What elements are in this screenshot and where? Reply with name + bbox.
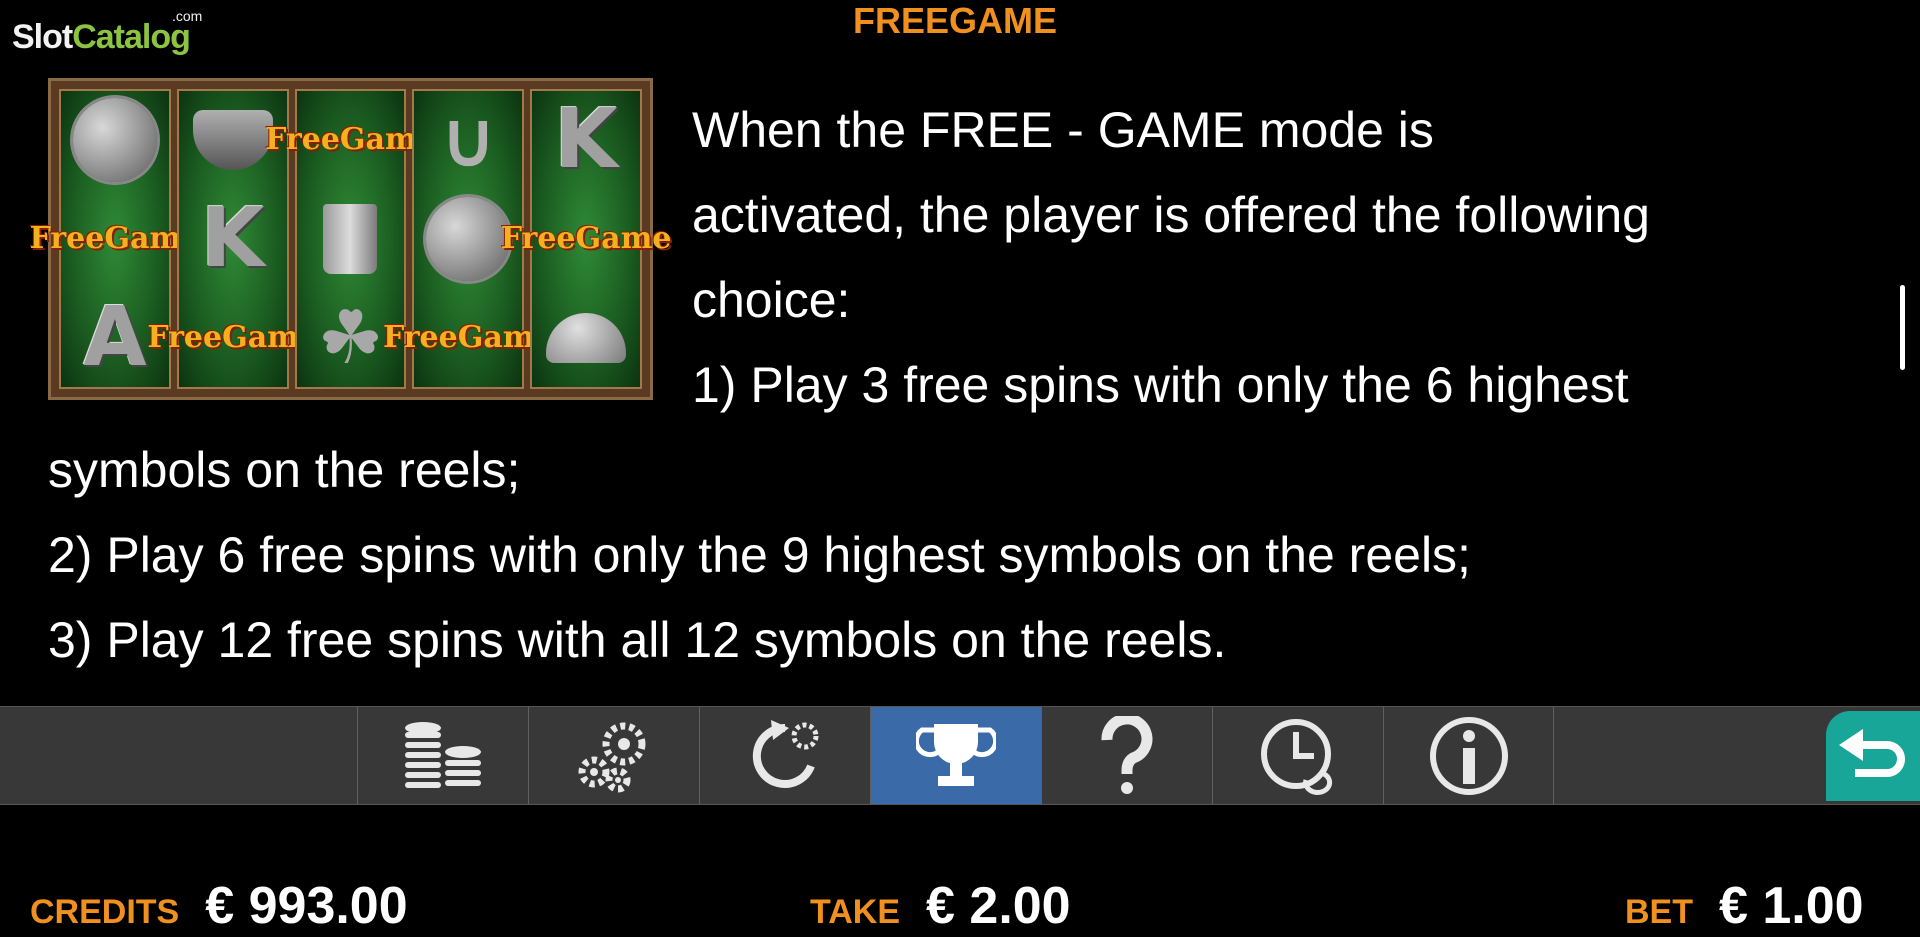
take-label: TAKE bbox=[810, 893, 901, 931]
freegame-description: When the FREE - GAME mode is activated, … bbox=[48, 88, 1888, 683]
description-line: activated, the player is offered the fol… bbox=[692, 187, 1650, 243]
bet-label: BET bbox=[1625, 893, 1693, 931]
paytable-coins-button[interactable] bbox=[357, 707, 528, 804]
trophy-button[interactable] bbox=[870, 707, 1041, 804]
credits-value: € 993.00 bbox=[205, 877, 408, 935]
description-line: When the FREE - GAME mode is bbox=[692, 102, 1434, 158]
autoplay-button[interactable] bbox=[699, 707, 870, 804]
back-arrow-icon bbox=[1839, 729, 1905, 777]
bet-display: BET € 1.00 bbox=[1625, 876, 1864, 936]
scrollbar-thumb[interactable] bbox=[1900, 285, 1905, 370]
help-button[interactable] bbox=[1041, 707, 1212, 804]
help-icon bbox=[1101, 715, 1153, 794]
back-button[interactable] bbox=[1826, 711, 1920, 801]
credits-display: CREDITS € 993.00 bbox=[30, 876, 408, 936]
bet-value: € 1.00 bbox=[1719, 877, 1864, 935]
take-value: € 2.00 bbox=[926, 877, 1071, 935]
take-display: TAKE € 2.00 bbox=[810, 876, 1071, 936]
coins-icon bbox=[405, 721, 481, 788]
history-button[interactable] bbox=[1212, 707, 1383, 804]
gears-icon bbox=[578, 722, 646, 792]
page-title: FREEGAME bbox=[852, 0, 1057, 41]
info-icon bbox=[1429, 716, 1508, 795]
description-line: choice: bbox=[692, 272, 851, 328]
description-line: 1) Play 3 free spins with only the 6 hig… bbox=[692, 357, 1629, 413]
history-icon bbox=[1261, 718, 1333, 795]
credits-label: CREDITS bbox=[30, 893, 180, 931]
description-line: 2) Play 6 free spins with only the 9 hig… bbox=[48, 527, 1471, 583]
scrollbar[interactable] bbox=[1898, 0, 1908, 706]
description-line: 3) Play 12 free spins with all 12 symbol… bbox=[48, 612, 1227, 668]
trophy-icon bbox=[916, 723, 996, 786]
description-line: symbols on the reels; bbox=[48, 442, 521, 498]
bottom-toolbar bbox=[0, 706, 1920, 805]
autoplay-icon bbox=[752, 719, 819, 788]
info-button[interactable] bbox=[1383, 707, 1554, 804]
settings-button[interactable] bbox=[528, 707, 699, 804]
